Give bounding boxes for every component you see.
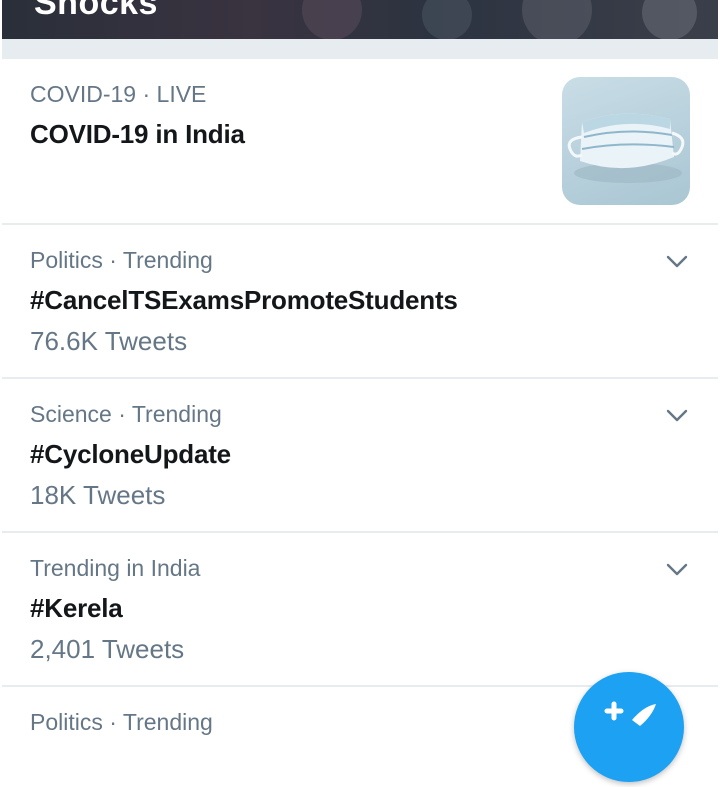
trend-headline: #CycloneUpdate — [30, 439, 231, 469]
hero-decoration — [302, 0, 362, 39]
hero-decoration — [642, 0, 697, 39]
tweet-count: 18K Tweets — [30, 480, 166, 510]
trend-item[interactable]: COVID-19 · LIVE COVID-19 in India — [2, 59, 718, 225]
trend-headline: COVID-19 in India — [30, 119, 245, 149]
trend-context: Politics · Trending — [30, 709, 213, 735]
trend-context: Science · Trending — [30, 401, 222, 427]
trend-item[interactable]: Politics · Trending #CancelTSExamsPromot… — [2, 225, 718, 379]
tweet-count: 2,401 Tweets — [30, 634, 185, 664]
compose-tweet-button[interactable] — [574, 672, 684, 782]
trend-context: Politics · Trending — [30, 247, 213, 273]
chevron-down-icon[interactable] — [666, 409, 688, 423]
hero-decoration — [422, 0, 472, 39]
explore-hero-banner[interactable]: Shocks — [2, 0, 718, 39]
trends-list: COVID-19 · LIVE COVID-19 in India Politi… — [2, 59, 718, 747]
face-mask-image[interactable] — [562, 77, 690, 205]
trend-item[interactable]: Trending in India #Kerela 2,401 Tweets — [2, 533, 718, 687]
hero-title: Shocks — [34, 0, 158, 22]
trend-context: Trending in India — [30, 555, 201, 581]
hero-decoration — [522, 0, 592, 39]
section-divider — [2, 39, 718, 59]
chevron-down-icon[interactable] — [666, 563, 688, 577]
trend-headline: #Kerela — [30, 593, 123, 623]
trend-item[interactable]: Science · Trending #CycloneUpdate 18K Tw… — [2, 379, 718, 533]
trend-headline: #CancelTSExamsPromoteStudents — [30, 285, 458, 315]
tweet-count: 76.6K Tweets — [30, 326, 188, 356]
trend-context: COVID-19 · LIVE — [30, 81, 207, 107]
compose-tweet-icon — [604, 701, 656, 726]
chevron-down-icon[interactable] — [666, 255, 688, 269]
